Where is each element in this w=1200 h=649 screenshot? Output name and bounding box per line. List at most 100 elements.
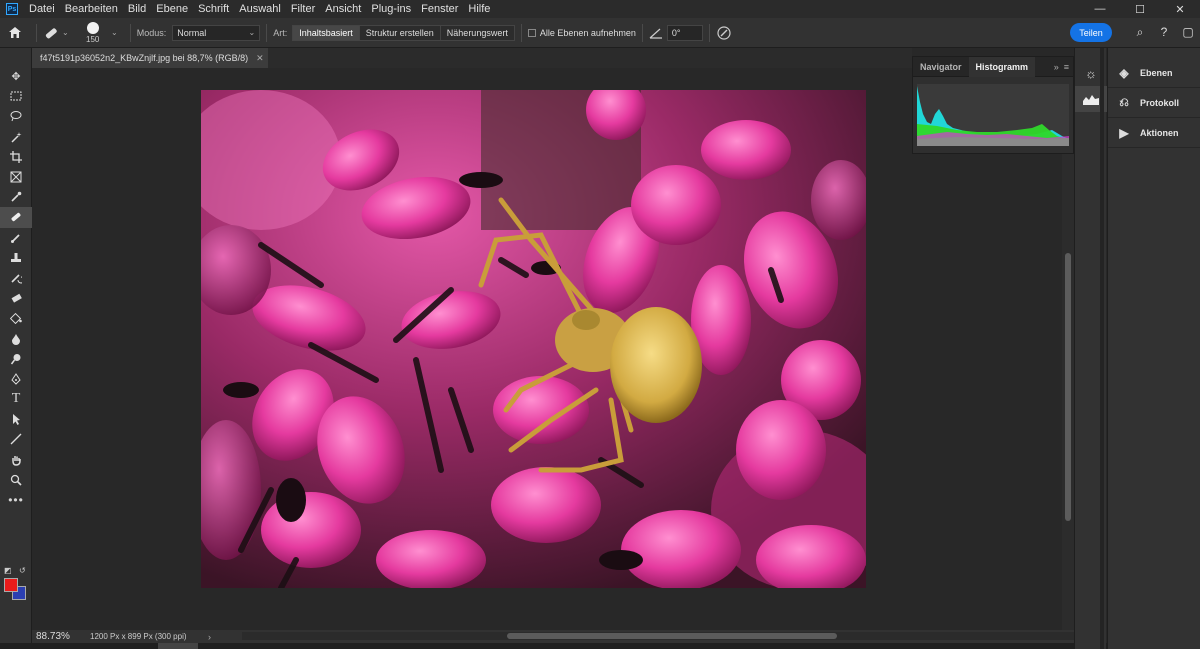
home-icon <box>9 27 21 38</box>
divider <box>708 23 710 42</box>
status-bar: 88.73% 1200 Px x 899 Px (300 ppi) › <box>32 630 1074 643</box>
type-tool-icon[interactable]: T <box>0 389 32 409</box>
clone-stamp-tool-icon[interactable] <box>0 248 32 268</box>
history-icon: ⎌ <box>1119 95 1129 109</box>
layers-icon: ◈ <box>1119 65 1129 80</box>
menu-fenster[interactable]: Fenster <box>416 0 463 18</box>
menu-schrift[interactable]: Schrift <box>193 0 234 18</box>
panel-history-label: Protokoll <box>1140 97 1180 108</box>
canvas-area[interactable] <box>32 68 1062 630</box>
foreground-color-swatch[interactable] <box>4 578 18 592</box>
healing-brush-tool-icon[interactable] <box>0 207 32 228</box>
sample-all-layers-checkbox[interactable] <box>527 28 536 37</box>
document-image[interactable] <box>201 90 866 588</box>
workspace-icon[interactable]: ▢ <box>1180 24 1196 40</box>
default-colors-icon[interactable]: ◩ <box>4 566 12 575</box>
menu-hilfe[interactable]: Hilfe <box>463 0 495 18</box>
bottom-strip <box>0 643 1200 649</box>
mode-label: Modus: <box>136 27 167 38</box>
zoom-tool-icon[interactable] <box>0 470 32 490</box>
vertical-scroll-thumb[interactable] <box>1065 253 1071 521</box>
menu-bild[interactable]: Bild <box>123 0 151 18</box>
brush-tool-icon[interactable] <box>0 228 32 248</box>
menu-filter[interactable]: Filter <box>286 0 320 18</box>
art-option-content-aware[interactable]: Inhaltsbasiert <box>293 25 360 40</box>
menu-auswahl[interactable]: Auswahl <box>234 0 286 18</box>
minimize-button[interactable]: — <box>1080 0 1120 18</box>
panel-layers[interactable]: ◈ Ebenen <box>1108 58 1200 88</box>
menu-ebene[interactable]: Ebene <box>151 0 193 18</box>
zoom-level[interactable]: 88.73% <box>32 631 82 642</box>
panel-layers-label: Ebenen <box>1140 67 1173 78</box>
panel-actions[interactable]: ▶ Aktionen <box>1108 118 1200 148</box>
home-button[interactable] <box>0 18 30 48</box>
move-tool-icon[interactable]: ✥ <box>0 66 32 86</box>
brush-size-value: 150 <box>86 34 100 44</box>
histogram-panel-tabs: Navigator Histogramm » ≡ <box>913 56 1073 77</box>
close-window-button[interactable]: ✕ <box>1160 0 1200 18</box>
panel-actions-label: Aktionen <box>1140 127 1179 138</box>
brush-size-picker[interactable]: 150 <box>77 18 111 48</box>
search-icon[interactable]: ⌕ <box>1132 24 1148 40</box>
healing-brush-icon <box>45 27 57 38</box>
color-swatches <box>3 578 29 606</box>
brush-preview-icon <box>87 21 99 34</box>
window-controls: — ☐ ✕ <box>1080 0 1200 18</box>
document-info: 1200 Px x 899 Px (300 ppi) <box>90 632 187 641</box>
pen-tool-icon[interactable] <box>0 369 32 389</box>
histogram-panel: Navigator Histogramm » ≡ <box>912 56 1074 154</box>
tool-preset-picker[interactable]: ⌄ <box>43 18 77 48</box>
divider <box>520 23 522 42</box>
options-bar: ⌄ 150 ⌄ Modus: Normal ⌄ Art: Inhaltsbasi… <box>0 18 1200 48</box>
collapse-panel-icon[interactable]: » <box>1054 62 1059 72</box>
crop-tool-icon[interactable] <box>0 147 32 167</box>
share-button[interactable]: Teilen <box>1070 23 1112 42</box>
blur-tool-icon[interactable] <box>0 328 32 348</box>
document-tabs: f47t5191p36052n2_KBwZnjlf.jpg bei 88,7% … <box>32 48 912 68</box>
tab-navigator[interactable]: Navigator <box>913 57 969 77</box>
marquee-tool-icon[interactable] <box>0 86 32 106</box>
toolbar-grip <box>0 48 31 66</box>
chevron-right-icon[interactable]: › <box>208 632 211 642</box>
lasso-tool-icon[interactable] <box>0 106 32 126</box>
more-tools-icon[interactable]: ••• <box>0 490 32 510</box>
eraser-tool-icon[interactable] <box>0 288 32 308</box>
menu-bearbeiten[interactable]: Bearbeiten <box>60 0 123 18</box>
menu-datei[interactable]: Datei <box>24 0 60 18</box>
panel-history[interactable]: ⎌ Protokoll <box>1108 88 1200 118</box>
menu-ansicht[interactable]: Ansicht <box>320 0 366 18</box>
frame-tool-icon[interactable] <box>0 167 32 187</box>
pressure-size-icon[interactable] <box>716 25 732 41</box>
magic-wand-tool-icon[interactable] <box>0 127 32 147</box>
line-tool-icon[interactable] <box>0 429 32 449</box>
menu-bar: Ps Datei Bearbeiten Bild Ebene Schrift A… <box>0 0 1200 18</box>
panel-menu-icon[interactable]: ≡ <box>1064 62 1069 72</box>
eyedropper-tool-icon[interactable] <box>0 187 32 207</box>
tab-histogram[interactable]: Histogramm <box>968 56 1036 77</box>
chevron-down-icon: ⌄ <box>111 28 118 37</box>
paint-bucket-tool-icon[interactable] <box>0 308 32 328</box>
close-tab-icon[interactable]: ✕ <box>256 53 264 64</box>
help-icon[interactable]: ? <box>1156 24 1172 40</box>
top-right-icons: ⌕ ? ▢ <box>1132 24 1196 40</box>
history-brush-tool-icon[interactable] <box>0 268 32 288</box>
sample-all-layers-option[interactable]: Alle Ebenen aufnehmen <box>527 18 636 48</box>
maximize-button[interactable]: ☐ <box>1120 0 1160 18</box>
document-tab[interactable]: f47t5191p36052n2_KBwZnjlf.jpg bei 88,7% … <box>32 48 268 68</box>
path-selection-tool-icon[interactable] <box>0 409 32 429</box>
chevron-down-icon: ⌄ <box>248 28 256 37</box>
photoshop-logo-icon: Ps <box>6 3 18 15</box>
mode-select[interactable]: Normal ⌄ <box>172 24 261 41</box>
horizontal-scrollbar[interactable] <box>242 632 1074 640</box>
angle-input[interactable]: 0° <box>666 24 703 41</box>
mode-value: Normal <box>177 27 207 38</box>
dodge-tool-icon[interactable] <box>0 349 32 369</box>
horizontal-scroll-thumb[interactable] <box>507 633 837 639</box>
hand-tool-icon[interactable] <box>0 450 32 470</box>
art-option-proximity-match[interactable]: Näherungswert <box>440 25 514 40</box>
swap-colors-icon[interactable]: ↺ <box>19 566 26 575</box>
flower-spider-photo <box>201 90 866 588</box>
art-option-create-texture[interactable]: Struktur erstellen <box>359 25 441 40</box>
menu-plugins[interactable]: Plug-ins <box>366 0 416 18</box>
sample-all-layers-label: Alle Ebenen aufnehmen <box>539 27 636 38</box>
